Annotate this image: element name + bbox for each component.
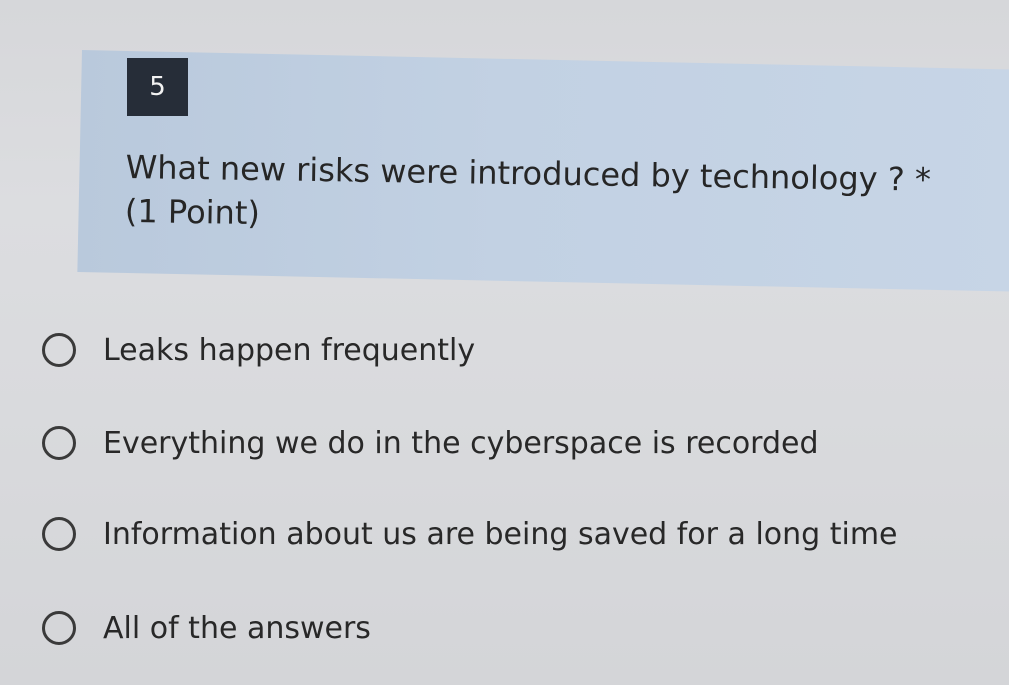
option-label[interactable]: Leaks happen frequently [103, 333, 475, 368]
option-label[interactable]: All of the answers [103, 611, 371, 646]
radio-button[interactable] [42, 426, 76, 460]
radio-button[interactable] [42, 333, 76, 367]
question-number-badge: 5 [127, 58, 188, 116]
radio-button[interactable] [42, 611, 76, 645]
option-label[interactable]: Information about us are being saved for… [103, 517, 898, 552]
option-leaks-happen-frequently[interactable]: Leaks happen frequently [42, 322, 475, 378]
option-all-of-the-answers[interactable]: All of the answers [42, 600, 371, 656]
question-text-block: What new risks were introduced by techno… [125, 145, 976, 246]
option-label[interactable]: Everything we do in the cyberspace is re… [103, 426, 819, 461]
required-marker: * [914, 160, 932, 199]
option-information-saved[interactable]: Information about us are being saved for… [42, 506, 898, 562]
option-cyberspace-recorded[interactable]: Everything we do in the cyberspace is re… [42, 415, 819, 471]
radio-button[interactable] [42, 517, 76, 551]
